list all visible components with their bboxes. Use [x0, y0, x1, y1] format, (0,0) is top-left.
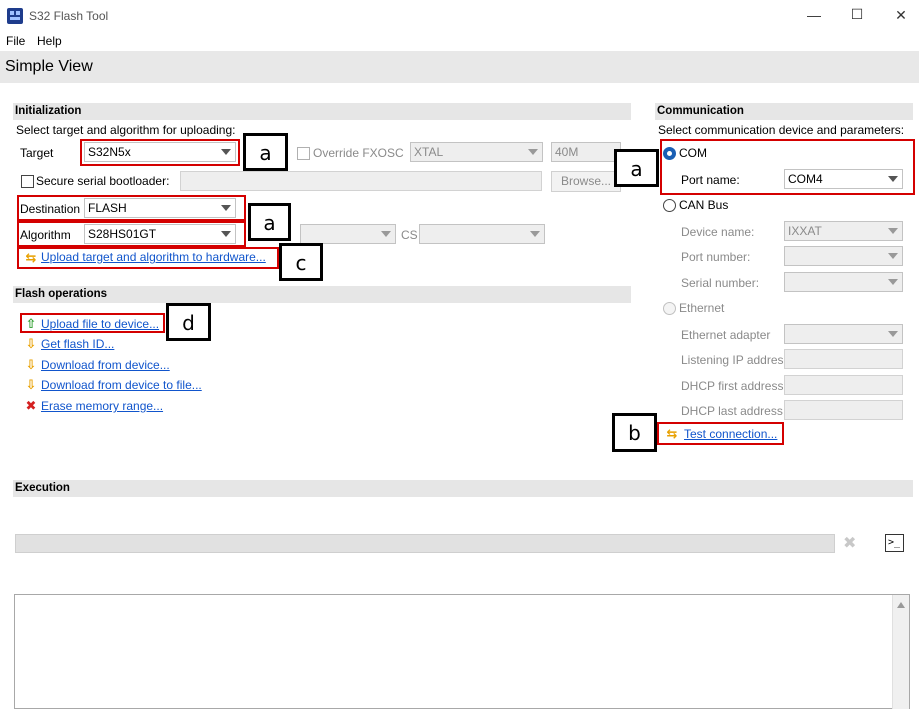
highlight-destination — [17, 195, 246, 221]
console-scrollbar[interactable] — [892, 595, 909, 709]
execution-title: Execution — [15, 482, 70, 494]
menu-file[interactable]: File — [6, 34, 25, 48]
target-label: Target — [20, 146, 54, 160]
secure-bootloader-path-field[interactable] — [180, 171, 542, 191]
device-name-select[interactable]: IXXAT — [784, 221, 903, 241]
view-title-bar — [0, 51, 919, 83]
dhcp-first-field[interactable] — [784, 375, 903, 395]
xtal-select[interactable]: XTAL — [410, 142, 543, 162]
console-output[interactable] — [14, 594, 910, 709]
chevron-down-icon — [530, 231, 540, 237]
serial-number-label: Serial number: — [681, 276, 760, 290]
maximize-button[interactable]: ☐ — [847, 6, 867, 23]
chevron-down-icon — [888, 253, 898, 259]
listening-ip-field[interactable] — [784, 349, 903, 369]
initialization-header: Initialization — [13, 103, 631, 120]
progress-bar — [15, 534, 835, 553]
dhcp-last-label: DHCP last address — [681, 404, 783, 418]
execution-header: Execution — [13, 480, 913, 497]
listening-ip-label: Listening IP addres — [681, 353, 784, 367]
download-from-device-link[interactable]: Download from device... — [41, 358, 170, 372]
override-fxosc-checkbox[interactable] — [297, 147, 310, 160]
highlight-upload-file — [20, 313, 165, 333]
terminal-icon[interactable]: >_ — [885, 534, 904, 552]
callout-target: a — [243, 133, 288, 171]
chevron-down-icon — [888, 279, 898, 285]
highlight-upload-target — [17, 247, 279, 269]
highlight-test-connection — [657, 422, 784, 445]
initialization-instruction: Select target and algorithm for uploadin… — [16, 123, 236, 137]
flash-operations-title: Flash operations — [15, 288, 108, 300]
download-to-file-link[interactable]: Download from device to file... — [41, 378, 202, 392]
ethernet-label: Ethernet — [679, 301, 725, 315]
window-title: S32 Flash Tool — [29, 9, 109, 23]
port-number-label: Port number: — [681, 250, 751, 264]
browse-button[interactable]: Browse... — [551, 171, 621, 192]
initialization-title: Initialization — [15, 105, 82, 117]
cs-select[interactable] — [419, 224, 545, 244]
frequency-field[interactable]: 40M — [551, 142, 621, 162]
erase-memory-link[interactable]: Erase memory range... — [41, 399, 163, 413]
callout-dest-alg: a — [248, 203, 291, 241]
chevron-down-icon — [888, 331, 898, 337]
can-bus-label: CAN Bus — [679, 198, 729, 212]
xtal-value: XTAL — [414, 145, 444, 159]
flash-operations-header: Flash operations — [13, 286, 631, 303]
scroll-up-icon[interactable] — [897, 602, 905, 608]
cs-label: CS — [401, 228, 418, 242]
algorithm-extra-select[interactable] — [300, 224, 396, 244]
terminal-icon-glyph: >_ — [888, 537, 901, 548]
callout-upload-target: c — [279, 243, 323, 281]
can-bus-radio[interactable] — [663, 199, 676, 212]
chevron-down-icon — [381, 231, 391, 237]
dhcp-last-field[interactable] — [784, 400, 903, 420]
menu-help[interactable]: Help — [37, 34, 62, 48]
dhcp-first-label: DHCP first address — [681, 379, 784, 393]
cancel-icon[interactable]: ✖ — [843, 533, 856, 553]
chevron-down-icon — [528, 149, 538, 155]
device-name-label: Device name: — [681, 225, 755, 239]
chevron-down-icon — [888, 228, 898, 234]
ethernet-adapter-label: Ethernet adapter — [681, 328, 771, 342]
minimize-button[interactable]: — — [804, 7, 824, 23]
highlight-algorithm — [17, 221, 246, 247]
highlight-com — [660, 139, 915, 195]
close-button[interactable]: ✕ — [891, 7, 911, 24]
serial-number-select[interactable] — [784, 272, 903, 292]
communication-title: Communication — [657, 105, 744, 117]
callout-test-connection: b — [612, 413, 657, 452]
download-arrow-icon: ⇩ — [25, 357, 37, 372]
erase-x-icon: ✖ — [25, 398, 37, 413]
device-name-value: IXXAT — [788, 224, 822, 238]
port-number-select[interactable] — [784, 246, 903, 266]
download-arrow-icon: ⇩ — [25, 336, 37, 351]
highlight-target — [80, 139, 240, 166]
secure-bootloader-checkbox[interactable] — [21, 175, 34, 188]
app-icon — [7, 8, 23, 24]
communication-header: Communication — [655, 103, 913, 120]
ethernet-adapter-select[interactable] — [784, 324, 903, 344]
ethernet-radio[interactable] — [663, 302, 676, 315]
override-fxosc-label: Override FXOSC — [313, 146, 404, 160]
download-arrow-icon: ⇩ — [25, 377, 37, 392]
callout-upload-file: d — [166, 303, 211, 341]
communication-instruction: Select communication device and paramete… — [658, 123, 905, 137]
secure-bootloader-label: Secure serial bootloader: — [36, 174, 170, 188]
view-title: Simple View — [5, 58, 93, 75]
callout-com: a — [614, 149, 659, 187]
get-flash-id-link[interactable]: Get flash ID... — [41, 337, 114, 351]
frequency-value: 40M — [555, 145, 579, 159]
